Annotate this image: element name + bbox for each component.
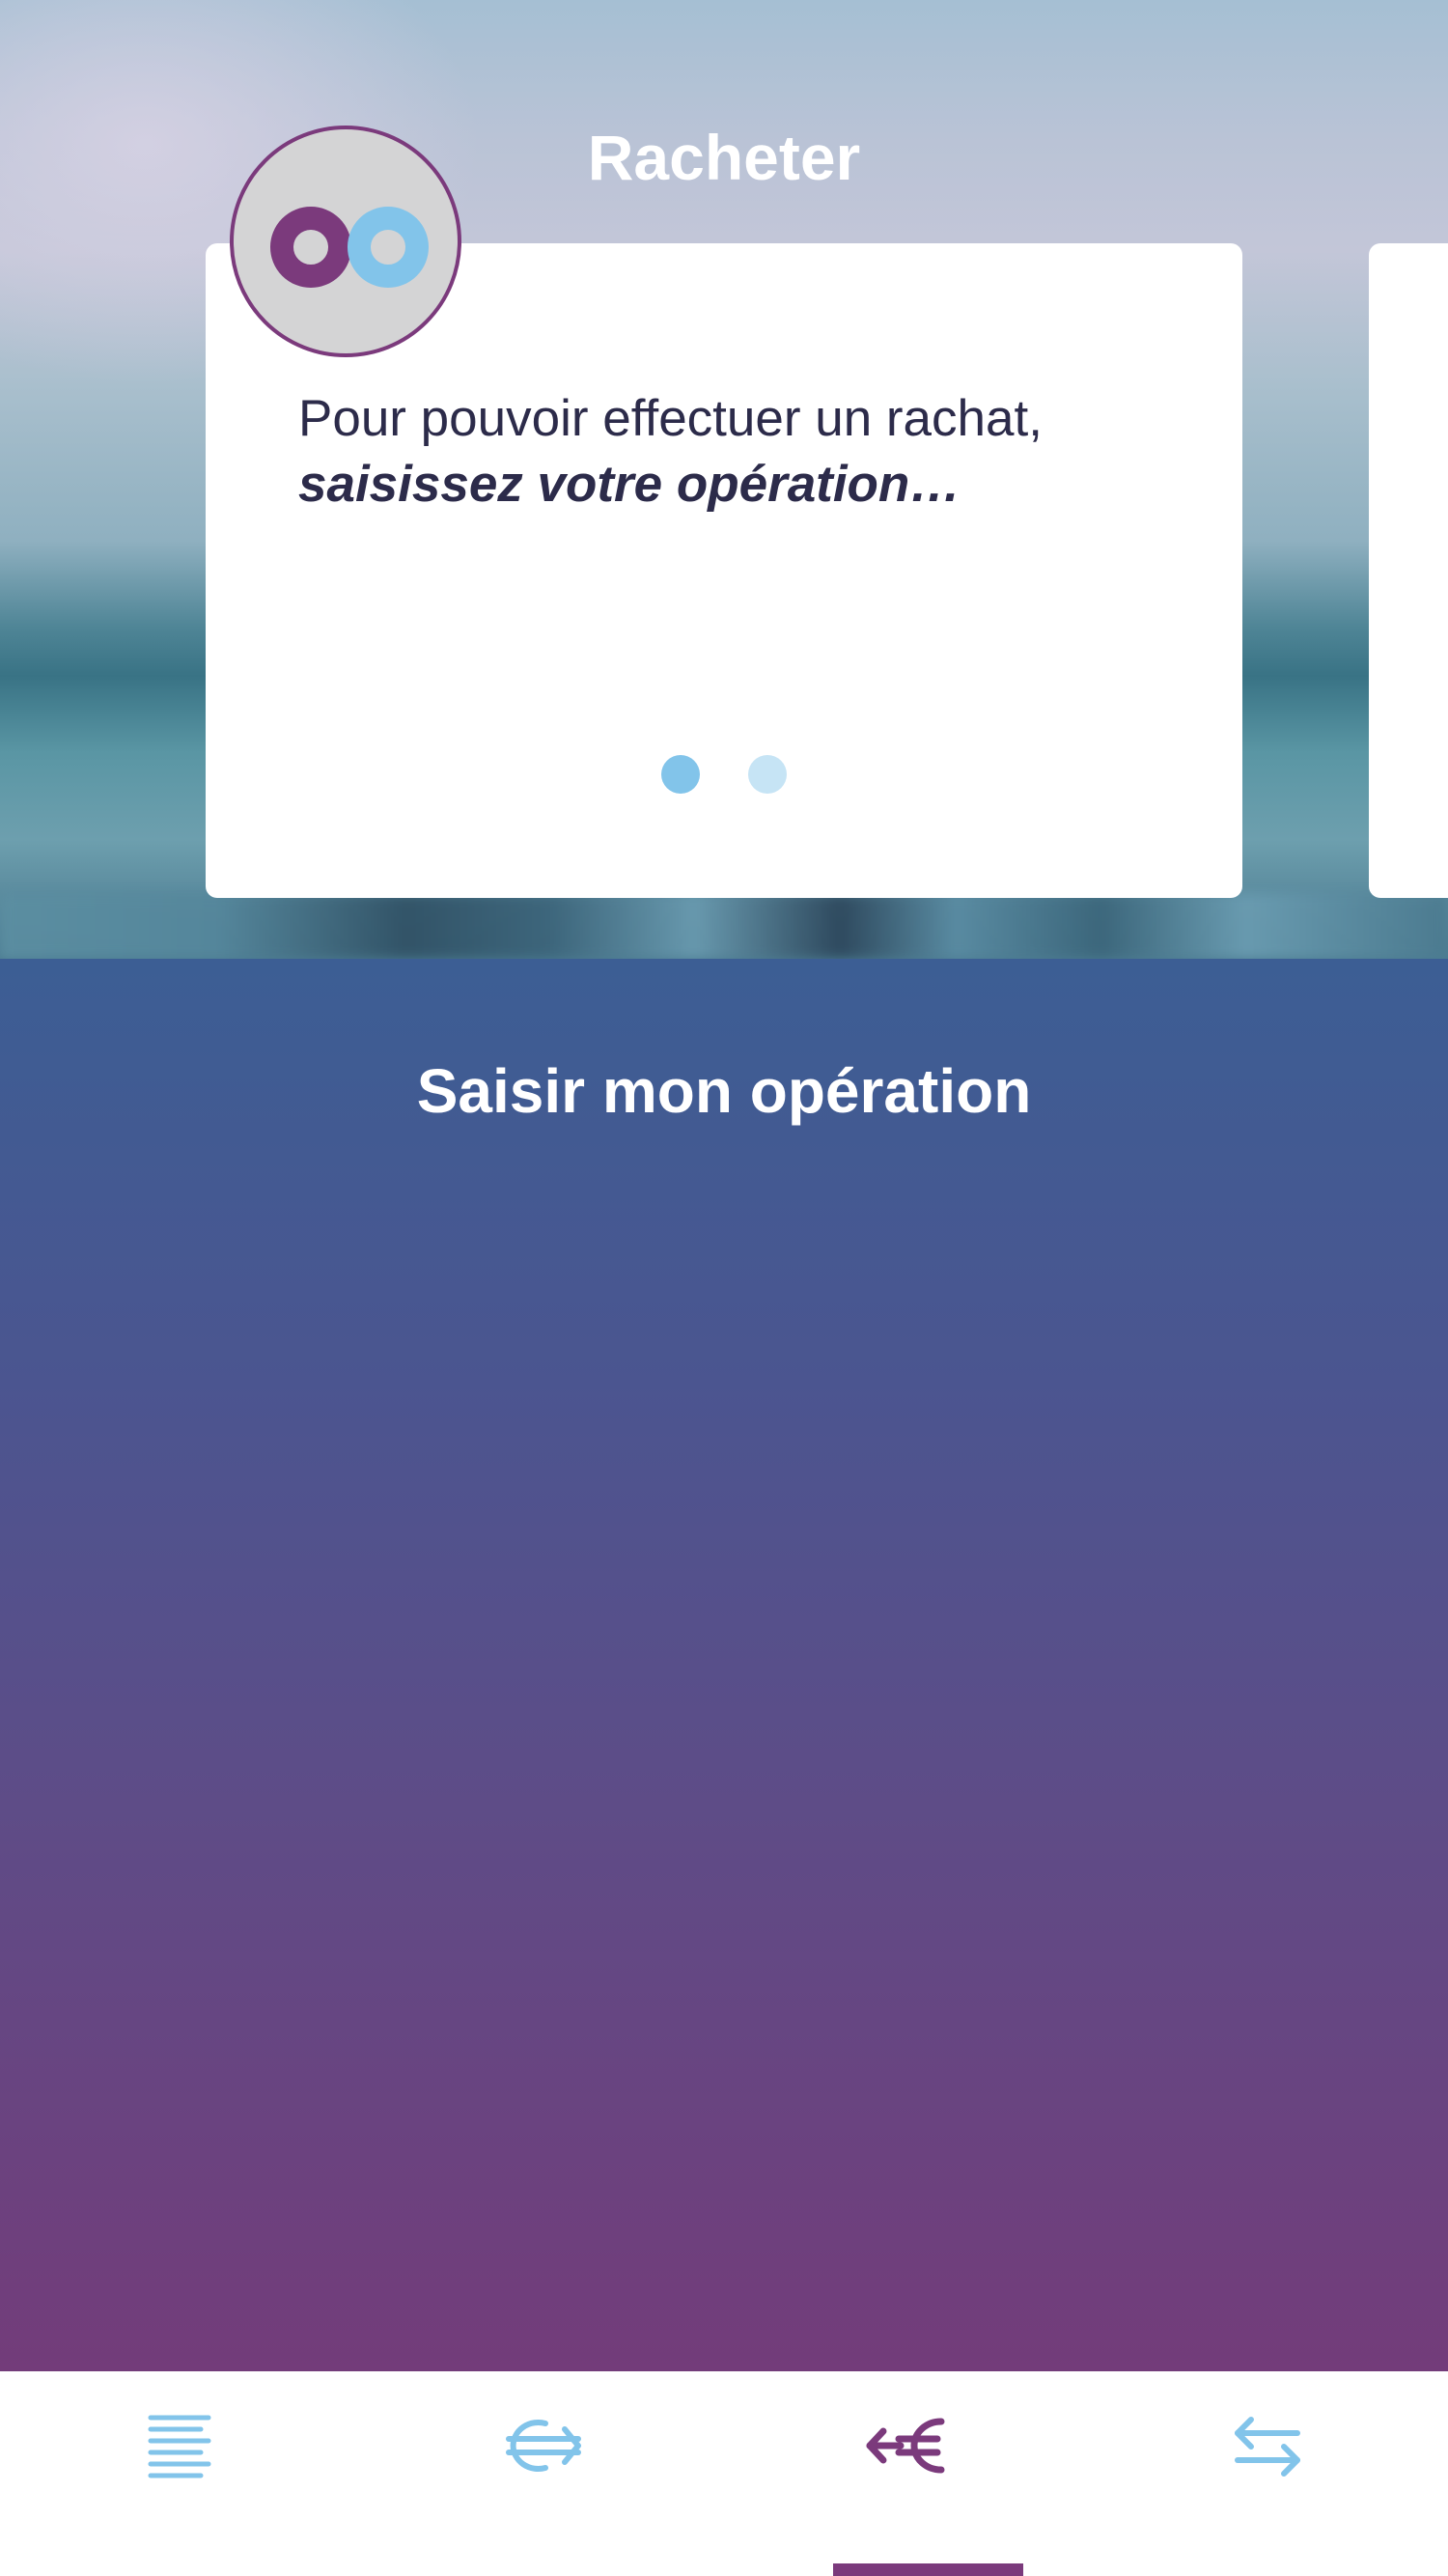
card-message: Pour pouvoir effectuer un rachat, saisis… [298, 386, 1167, 518]
hero-rocks [0, 893, 1448, 959]
card-message-line2: saisissez votre opération… [298, 456, 961, 513]
pagination-dot-1[interactable] [661, 755, 700, 794]
active-tab-indicator [833, 2563, 1023, 2576]
nav-item-menu[interactable] [0, 2371, 362, 2576]
card-message-line1: Pour pouvoir effectuer un rachat, [298, 390, 1043, 447]
bottom-nav [0, 2371, 1448, 2576]
next-card-peek[interactable] [1369, 243, 1448, 898]
swap-arrows-icon [1234, 2417, 1300, 2477]
euro-right-arrow-icon [505, 2420, 581, 2472]
pagination-dot-2[interactable] [748, 755, 787, 794]
carousel-pagination [206, 755, 1242, 794]
oo-logo-icon [230, 126, 461, 357]
nav-item-euro-in[interactable] [724, 2371, 1086, 2576]
nav-item-transfer[interactable] [1086, 2371, 1448, 2576]
operation-section: Saisir mon opération [0, 959, 1448, 2371]
page-title: Racheter [587, 122, 861, 193]
left-arrow-euro-icon [866, 2418, 944, 2474]
section-title: Saisir mon opération [416, 1056, 1032, 1126]
menu-lines-icon [148, 2415, 210, 2478]
nav-item-euro-out[interactable] [362, 2371, 724, 2576]
